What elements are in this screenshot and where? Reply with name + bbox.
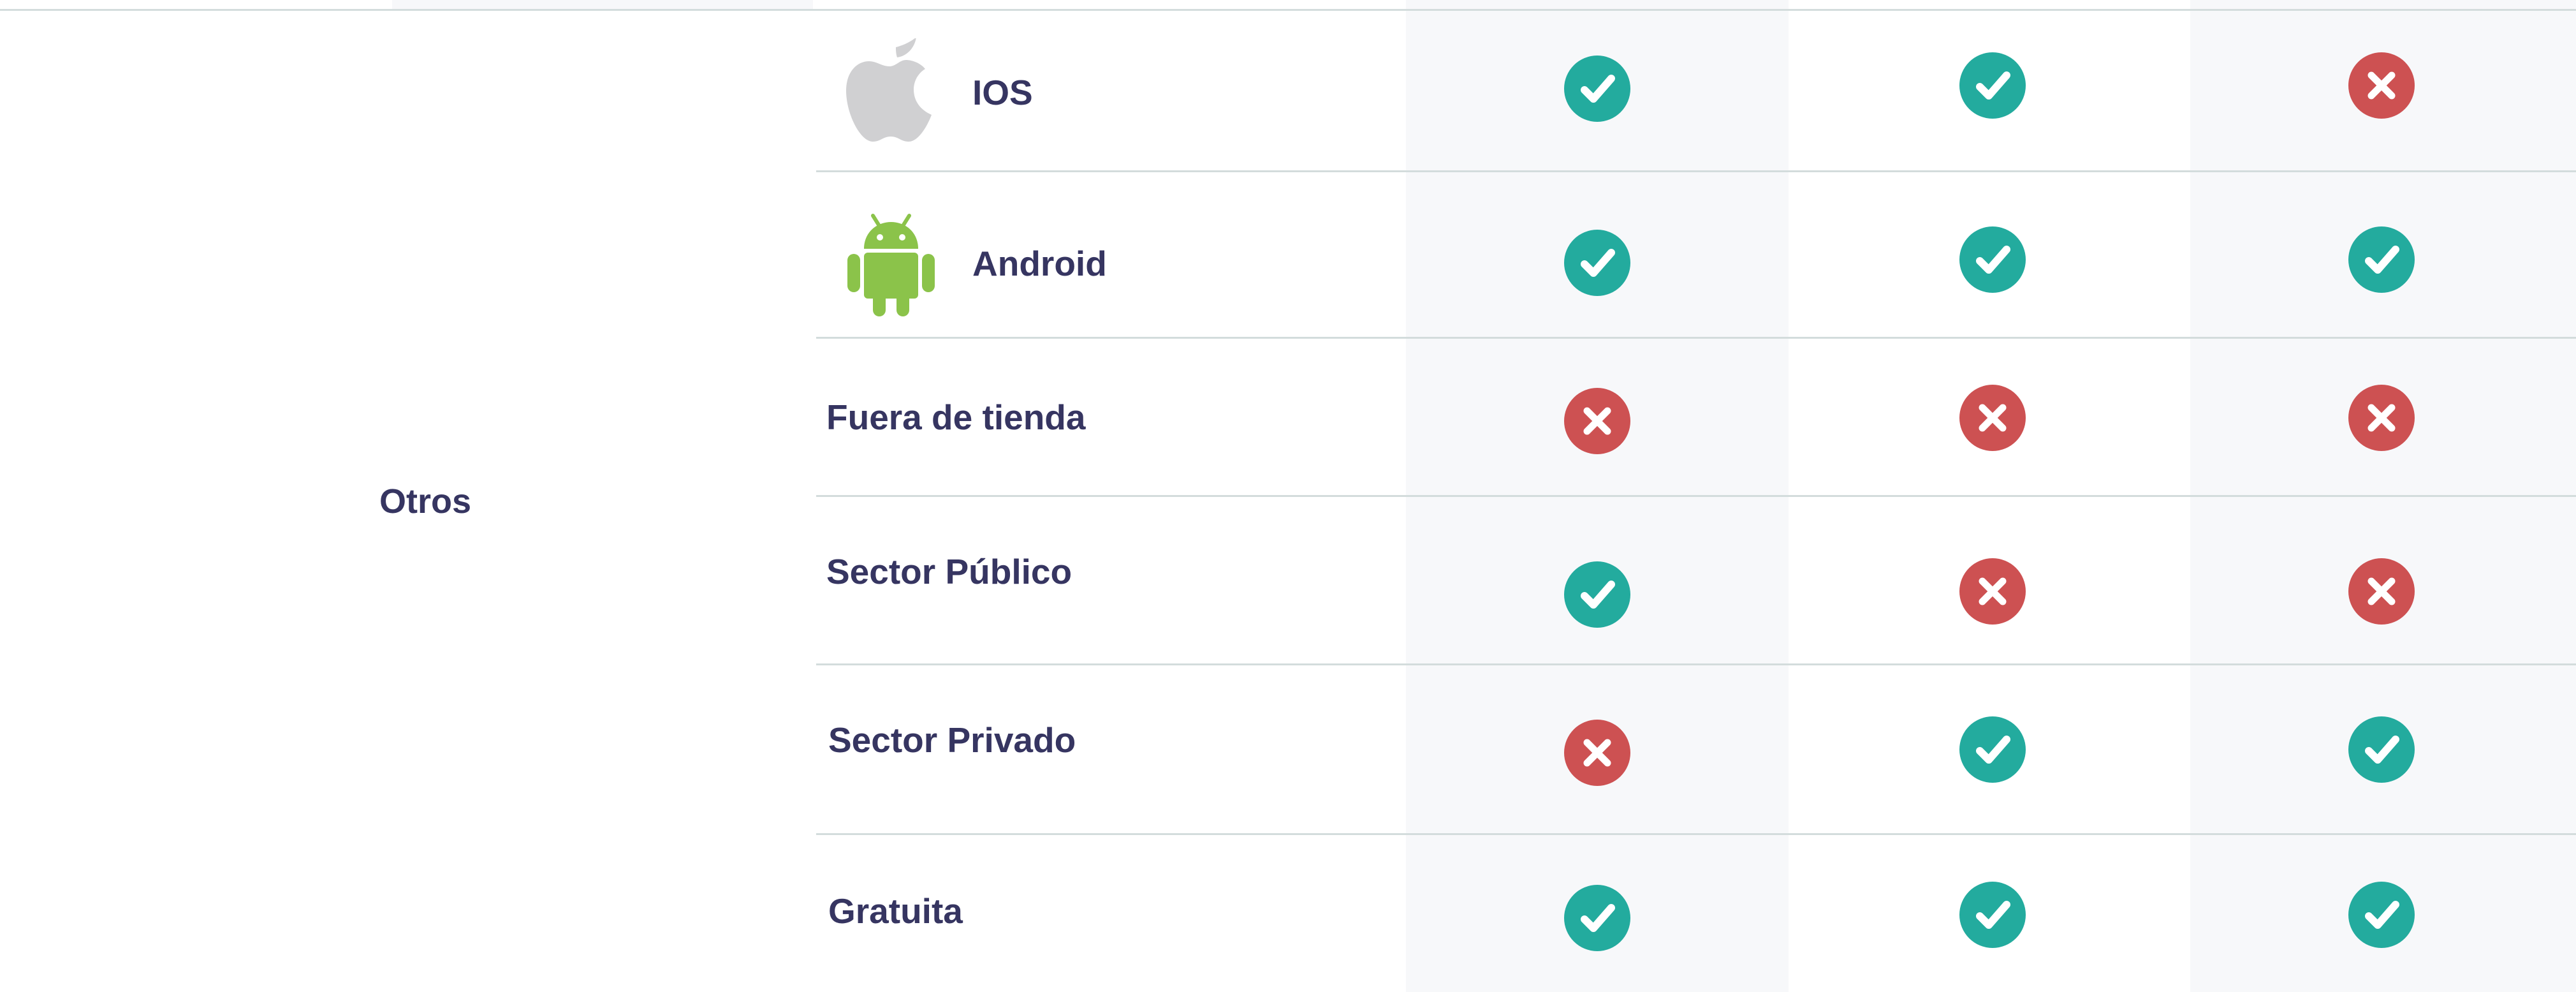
feature-label: Fuera de tienda — [826, 397, 1086, 437]
cross-icon — [1959, 558, 2026, 625]
divider-row — [816, 170, 2576, 172]
feature-label: Gratuita — [828, 891, 963, 931]
feature-ios: IOS — [845, 38, 1033, 147]
check-icon — [1564, 230, 1630, 296]
cross-icon — [1564, 720, 1630, 786]
check-icon — [1959, 882, 2026, 948]
android-icon — [847, 214, 935, 316]
feature-fuera-de-tienda: Fuera de tienda — [826, 397, 1085, 438]
feature-label: Sector Público — [826, 552, 1072, 591]
cross-icon — [1959, 385, 2026, 451]
feature-label: IOS — [972, 73, 1033, 112]
cross-icon — [2348, 52, 2415, 119]
feature-sector-publico: Sector Público — [826, 551, 1072, 592]
check-icon — [1959, 226, 2026, 293]
check-icon — [1564, 56, 1630, 122]
check-icon — [1959, 716, 2026, 783]
group-label: Otros — [379, 482, 472, 521]
header-cell-shade — [392, 0, 813, 9]
cross-icon — [1564, 388, 1630, 454]
check-icon — [2348, 882, 2415, 948]
divider-row — [816, 663, 2576, 665]
check-icon — [1564, 885, 1630, 951]
feature-gratuita: Gratuita — [828, 891, 963, 931]
cross-icon — [2348, 385, 2415, 451]
check-icon — [2348, 226, 2415, 293]
divider-row — [816, 495, 2576, 497]
feature-android: Android — [845, 209, 1107, 318]
cross-icon — [2348, 558, 2415, 625]
divider-row — [816, 337, 2576, 339]
check-icon — [2348, 716, 2415, 783]
divider-top — [0, 9, 2576, 11]
feature-label: Android — [972, 244, 1107, 283]
apple-icon — [846, 38, 932, 142]
feature-label: Sector Privado — [828, 720, 1076, 760]
check-icon — [1564, 561, 1630, 628]
feature-sector-privado: Sector Privado — [828, 720, 1076, 760]
divider-row — [816, 833, 2576, 835]
check-icon — [1959, 52, 2026, 119]
